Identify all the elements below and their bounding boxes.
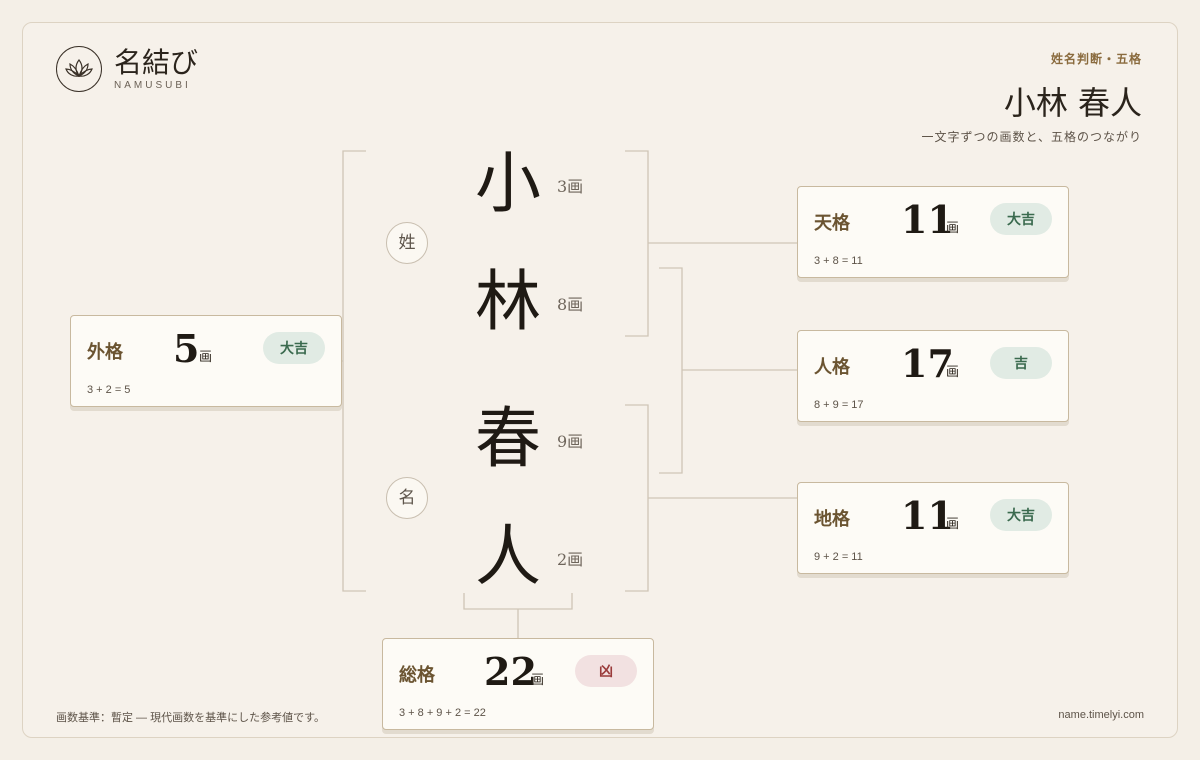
card-chikaku-unit: 画 xyxy=(946,517,960,532)
stroke-count-3: 9画 xyxy=(557,432,584,451)
card-gaikaku-value: 5 xyxy=(173,326,200,371)
kanji-char-3: 春 xyxy=(475,400,541,477)
stroke-count-4: 2画 xyxy=(557,550,584,569)
card-jinkaku-unit: 画 xyxy=(946,365,960,380)
card-soukaku[interactable]: 総格 22 画 凶 3 + 8 + 9 + 2 = 22 xyxy=(382,638,654,730)
card-tenkaku-fortune-badge: 大吉 xyxy=(990,203,1052,235)
card-jinkaku-fortune-badge: 吉 xyxy=(990,347,1052,379)
card-soukaku-value: 22 xyxy=(484,649,537,694)
surname-role-badge: 姓 xyxy=(386,222,428,264)
stroke-count-1: 3画 xyxy=(557,177,584,196)
footer-note: 画数基準：暫定 — 現代画数を基準にした参考値です。 xyxy=(56,712,326,724)
card-jinkaku-formula: 8 + 9 = 17 xyxy=(814,399,864,411)
card-chikaku[interactable]: 地格 11 画 大吉 9 + 2 = 11 xyxy=(797,482,1069,574)
card-jinkaku[interactable]: 人格 17 画 吉 8 + 9 = 17 xyxy=(797,330,1069,422)
card-tenkaku-label: 天格 xyxy=(814,213,850,234)
card-soukaku-label: 総格 xyxy=(399,665,435,686)
card-soukaku-fortune-badge: 凶 xyxy=(575,655,637,687)
card-soukaku-formula: 3 + 8 + 9 + 2 = 22 xyxy=(399,707,486,719)
card-tenkaku[interactable]: 天格 11 画 大吉 3 + 8 = 11 xyxy=(797,186,1069,278)
card-jinkaku-label: 人格 xyxy=(814,357,850,378)
card-chikaku-fortune-badge: 大吉 xyxy=(990,499,1052,531)
card-tenkaku-formula: 3 + 8 = 11 xyxy=(814,255,863,267)
kanji-char-1: 小 xyxy=(475,145,541,222)
card-gaikaku-formula: 3 + 2 = 5 xyxy=(87,384,131,396)
card-gaikaku-label: 外格 xyxy=(87,342,123,363)
stroke-count-2: 8画 xyxy=(557,295,584,314)
card-soukaku-unit: 画 xyxy=(531,673,545,688)
kanji-char-4: 人 xyxy=(475,518,541,595)
card-gaikaku-fortune-badge: 大吉 xyxy=(263,332,325,364)
card-tenkaku-unit: 画 xyxy=(946,221,960,236)
kanji-char-2: 林 xyxy=(475,263,541,340)
card-gaikaku-unit: 画 xyxy=(199,350,213,365)
footer-url-link[interactable]: name.timelyi.com xyxy=(1058,709,1144,721)
card-chikaku-formula: 9 + 2 = 11 xyxy=(814,551,863,563)
card-chikaku-label: 地格 xyxy=(814,509,850,530)
given-role-badge: 名 xyxy=(386,477,428,519)
card-gaikaku[interactable]: 外格 5 画 大吉 3 + 2 = 5 xyxy=(70,315,342,407)
